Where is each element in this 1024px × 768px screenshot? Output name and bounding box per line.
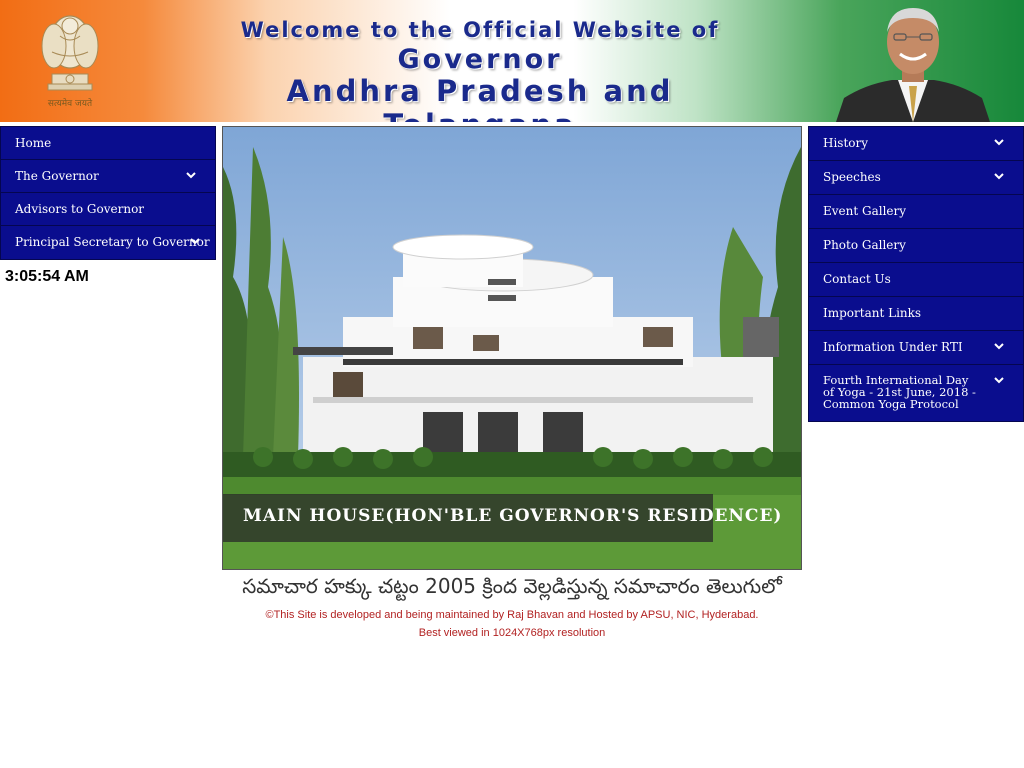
nav-item-contact-us[interactable]: Contact Us bbox=[809, 263, 1023, 297]
nav-item-label: Home bbox=[15, 136, 52, 150]
chevron-down-icon[interactable] bbox=[185, 169, 197, 181]
state-line: Andhra Pradesh and Telangana bbox=[286, 74, 674, 122]
image-caption: MAIN HOUSE(HON'BLE GOVERNOR'S RESIDENCE) bbox=[243, 506, 783, 526]
governor-portrait bbox=[836, 8, 990, 122]
nav-item-label: Contact Us bbox=[823, 272, 891, 286]
site-title: Welcome to the Official Website of Gover… bbox=[200, 14, 760, 122]
chevron-down-icon[interactable] bbox=[993, 374, 1005, 386]
emblem-motto: सत्यमेव जयते bbox=[48, 97, 93, 109]
nav-item-advisors[interactable]: Advisors to Governor bbox=[1, 193, 215, 226]
header-banner: सत्यमेव जयते Welcome to the Official Web… bbox=[0, 0, 1024, 122]
nav-item-principal-secretary[interactable]: Principal Secretary to Governor bbox=[1, 226, 215, 259]
national-emblem-icon: सत्यमेव जयते bbox=[41, 15, 99, 109]
nav-item-home[interactable]: Home bbox=[1, 127, 215, 160]
left-navigation: Home The Governor Advisors to Governor P… bbox=[0, 126, 216, 260]
nav-item-label: History bbox=[823, 136, 869, 150]
nav-item-label: Advisors to Governor bbox=[15, 202, 145, 216]
nav-item-label: Photo Gallery bbox=[823, 238, 906, 252]
nav-item-label: Important Links bbox=[823, 306, 922, 320]
nav-item-yoga-day[interactable]: Fourth International Day of Yoga - 21st … bbox=[809, 365, 1023, 421]
nav-item-label: Speeches bbox=[823, 170, 881, 184]
rti-telugu-link[interactable]: సమాచార హక్కు చట్టం 2005 క్రింద వెల్లడిస్… bbox=[222, 574, 802, 603]
nav-item-label: Principal Secretary to Governor bbox=[15, 235, 210, 249]
nav-item-important-links[interactable]: Important Links bbox=[809, 297, 1023, 331]
chevron-down-icon[interactable] bbox=[189, 235, 201, 247]
nav-item-label: Information Under RTI bbox=[823, 340, 963, 354]
welcome-line: Welcome to the Official Website of bbox=[240, 18, 720, 42]
nav-item-history[interactable]: History bbox=[809, 127, 1023, 161]
nav-item-photo-gallery[interactable]: Photo Gallery bbox=[809, 229, 1023, 263]
nav-item-information-under-rti[interactable]: Information Under RTI bbox=[809, 331, 1023, 365]
nav-item-speeches[interactable]: Speeches bbox=[809, 161, 1023, 195]
nav-item-event-gallery[interactable]: Event Gallery bbox=[809, 195, 1023, 229]
nav-item-the-governor[interactable]: The Governor bbox=[1, 160, 215, 193]
clock-display: 3:05:54 AM bbox=[5, 268, 89, 285]
nav-item-label: Event Gallery bbox=[823, 204, 907, 218]
footer-credit: ©This Site is developed and being mainta… bbox=[265, 609, 759, 621]
nav-item-label: Fourth International Day of Yoga - 21st … bbox=[823, 373, 976, 411]
right-navigation: History Speeches Event Gallery Photo Gal… bbox=[808, 126, 1024, 422]
nav-item-label: The Governor bbox=[15, 169, 99, 183]
governor-line: Governor bbox=[397, 44, 563, 75]
chevron-down-icon[interactable] bbox=[993, 340, 1005, 352]
hero-image: MAIN HOUSE(HON'BLE GOVERNOR'S RESIDENCE) bbox=[222, 126, 802, 570]
chevron-down-icon[interactable] bbox=[993, 136, 1005, 148]
footer-resolution-note: Best viewed in 1024X768px resolution bbox=[418, 627, 606, 639]
chevron-down-icon[interactable] bbox=[993, 170, 1005, 182]
image-caption-box: MAIN HOUSE(HON'BLE GOVERNOR'S RESIDENCE) bbox=[223, 494, 781, 542]
